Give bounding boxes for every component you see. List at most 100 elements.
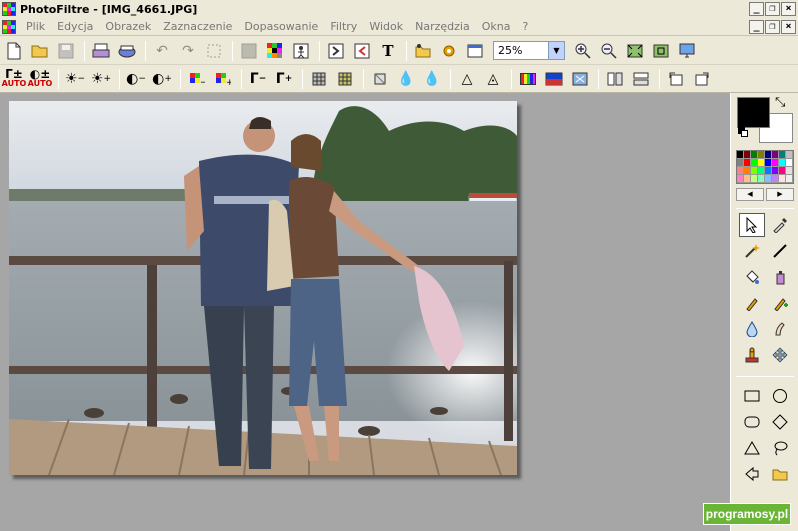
rounded-rectangle-shape-icon[interactable] (739, 410, 765, 434)
fill-icon[interactable] (237, 39, 261, 63)
menu-zaznaczenie[interactable]: Zaznaczenie (157, 20, 238, 33)
shape-tool-grid (739, 384, 795, 486)
palette-prev-icon[interactable]: ◀ (736, 188, 764, 201)
save-icon[interactable] (54, 39, 78, 63)
enter-door-icon[interactable] (324, 39, 348, 63)
menu-filtry[interactable]: Filtry (324, 20, 363, 33)
photo-image (9, 101, 517, 475)
lock-picture-icon[interactable] (568, 67, 592, 91)
rotate-right-icon[interactable] (690, 67, 714, 91)
menu-okna[interactable]: Okna (476, 20, 517, 33)
doc-restore-button[interactable]: ❐ (765, 20, 780, 34)
triangle-shape-icon[interactable] (739, 436, 765, 460)
menu-plik[interactable]: Plik (20, 20, 51, 33)
move-tool-icon[interactable] (767, 343, 793, 367)
gamma-down-icon[interactable]: Γ − (246, 67, 270, 91)
automation-icon[interactable] (289, 39, 313, 63)
rectangle-shape-icon[interactable] (739, 384, 765, 408)
blur-drop-icon[interactable]: 💧 (394, 67, 418, 91)
fit-image-icon[interactable] (623, 39, 647, 63)
auto-levels-icon[interactable]: Γ± AUTO (2, 67, 27, 91)
doc-minimize-button[interactable]: _ (749, 20, 764, 34)
palette-next-icon[interactable]: ▶ (766, 188, 794, 201)
gradient-filter-icon[interactable] (542, 67, 566, 91)
pointer-tool-icon[interactable] (739, 213, 765, 237)
flip-vertical-icon[interactable] (629, 67, 653, 91)
swap-colors-icon[interactable]: ⤡ (775, 95, 785, 110)
blur-drop-tool-icon[interactable] (739, 317, 765, 341)
scan-icon[interactable] (115, 39, 139, 63)
actual-size-icon[interactable] (649, 39, 673, 63)
open-selection-folder-icon[interactable] (767, 462, 793, 486)
selection-icon[interactable] (202, 39, 226, 63)
menu-edycja[interactable]: Edycja (51, 20, 99, 33)
chevron-down-icon[interactable]: ▼ (548, 42, 564, 59)
close-button[interactable]: × (781, 2, 796, 16)
gamma-up-icon[interactable]: Γ + (272, 67, 296, 91)
auto-contrast-icon[interactable]: ◐± AUTO (28, 67, 53, 91)
stamp-clone-tool-icon[interactable] (739, 343, 765, 367)
brightness-down-icon[interactable]: ☀ − (63, 67, 87, 91)
triangle-icon[interactable]: △ (455, 67, 479, 91)
text-tool-icon[interactable]: T (376, 39, 400, 63)
soften-icon[interactable] (368, 67, 392, 91)
toolbar-separator (319, 40, 320, 61)
rotate-left-icon[interactable] (664, 67, 688, 91)
zoom-select[interactable]: 25% ▼ (493, 41, 565, 60)
exit-door-icon[interactable] (350, 39, 374, 63)
app-icon (2, 2, 16, 16)
window-icon[interactable] (463, 39, 487, 63)
fullscreen-monitor-icon[interactable] (675, 39, 699, 63)
color-palette[interactable] (736, 150, 794, 184)
diamond-shape-icon[interactable] (767, 410, 793, 434)
new-file-icon[interactable] (2, 39, 26, 63)
foreground-color-swatch[interactable] (737, 97, 770, 128)
reset-colors-icon[interactable] (738, 127, 748, 137)
tools-panel: ⤡ ◀ ▶ (730, 93, 798, 531)
undo-icon[interactable]: ↶ (150, 39, 174, 63)
doc-close-button[interactable]: × (781, 20, 796, 34)
lasso-shape-icon[interactable] (767, 436, 793, 460)
print-icon[interactable] (89, 39, 113, 63)
brush-tool-icon[interactable] (739, 291, 765, 315)
ellipse-shape-icon[interactable] (767, 384, 793, 408)
image-canvas[interactable] (9, 101, 517, 475)
menu-widok[interactable]: Widok (363, 20, 409, 33)
polygon-shape-icon[interactable] (739, 462, 765, 486)
zoom-out-icon[interactable] (597, 39, 621, 63)
texture-grid-icon[interactable] (333, 67, 357, 91)
grid-icon[interactable] (307, 67, 331, 91)
minimize-button[interactable]: _ (749, 2, 764, 16)
toolbar-separator (145, 40, 146, 61)
open-folder-icon[interactable] (28, 39, 52, 63)
eyedropper-tool-icon[interactable] (767, 213, 793, 237)
restore-button[interactable]: ❐ (765, 2, 780, 16)
magic-wand-tool-icon[interactable] (739, 239, 765, 263)
menu-narzedzia[interactable]: Narzędzia (409, 20, 476, 33)
menu-dopasowanie[interactable]: Dopasowanie (238, 20, 324, 33)
flip-horizontal-icon[interactable] (603, 67, 627, 91)
contrast-up-icon[interactable]: ◐ + (150, 67, 174, 91)
saturation-down-icon[interactable]: − (185, 67, 209, 91)
menu-obrazek[interactable]: Obrazek (99, 20, 157, 33)
triangle-sharp-icon[interactable]: ◬ (481, 67, 505, 91)
explorer-icon[interactable] (411, 39, 435, 63)
sharpen-drop-icon[interactable]: 💧 (420, 67, 444, 91)
color-grid-icon[interactable] (263, 39, 287, 63)
smudge-finger-tool-icon[interactable] (767, 317, 793, 341)
saturation-up-icon[interactable]: + (211, 67, 235, 91)
title-bar: PhotoFiltre - [IMG_4661.JPG] _ ❐ × (0, 0, 798, 18)
text-tool-label: T (382, 41, 394, 60)
brightness-up-icon[interactable]: ☀ + (89, 67, 113, 91)
fill-bucket-tool-icon[interactable] (739, 265, 765, 289)
zoom-in-icon[interactable] (571, 39, 595, 63)
line-tool-icon[interactable] (767, 239, 793, 263)
rainbow-filter-icon[interactable] (516, 67, 540, 91)
redo-icon[interactable]: ↷ (176, 39, 200, 63)
settings-gear-icon[interactable] (437, 39, 461, 63)
spray-tool-icon[interactable] (767, 265, 793, 289)
contrast-down-icon[interactable]: ◐ − (124, 67, 148, 91)
advanced-brush-tool-icon[interactable] (767, 291, 793, 315)
document-icon[interactable] (2, 19, 16, 34)
menu-help[interactable]: ? (516, 20, 534, 33)
